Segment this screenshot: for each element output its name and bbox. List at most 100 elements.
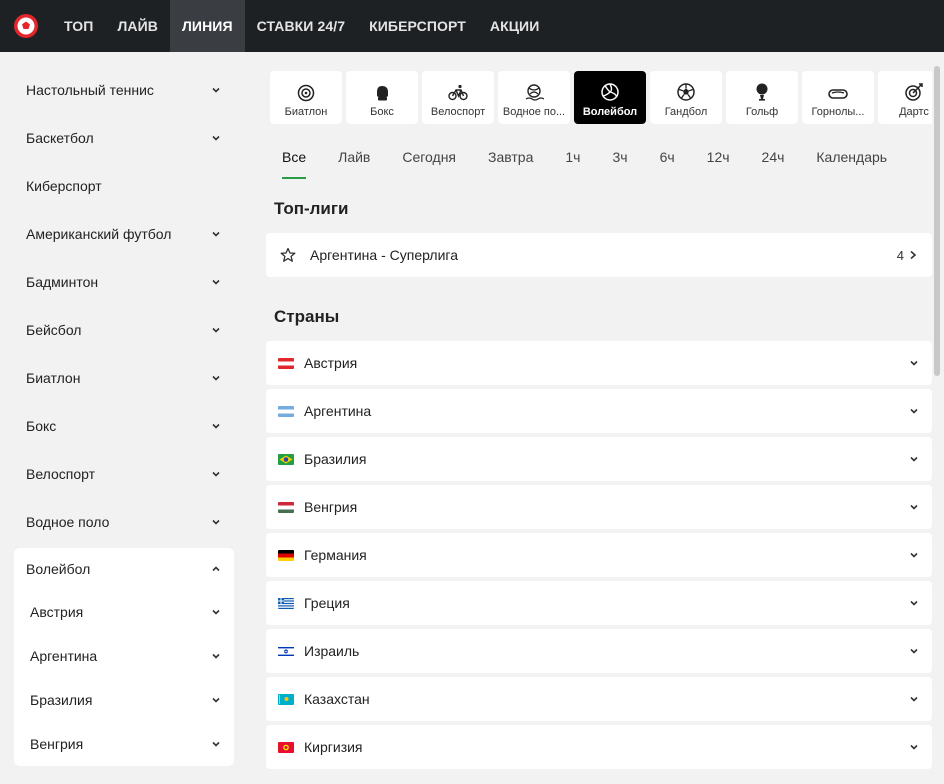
filter-tab-1h[interactable]: 1ч: [565, 135, 580, 179]
sidebar-subitem-argentina[interactable]: Аргентина: [14, 634, 234, 678]
ski-goggles-icon: [828, 89, 848, 99]
country-row-austria[interactable]: Австрия: [266, 341, 932, 385]
sidebar-subitem-hungary[interactable]: Венгрия: [14, 722, 234, 766]
nav-esports[interactable]: КИБЕРСПОРТ: [357, 0, 478, 52]
country-name: Бразилия: [304, 451, 367, 467]
chevron-down-icon: [212, 609, 220, 615]
league-event-count: 4: [897, 248, 918, 263]
target-icon: [297, 84, 315, 102]
sidebar-item-boxing[interactable]: Бокс: [14, 402, 234, 450]
sport-tile-darts[interactable]: Дартс: [878, 71, 932, 124]
filter-tab-6h[interactable]: 6ч: [660, 135, 675, 179]
chevron-down-icon: [910, 360, 918, 366]
nav-promotions[interactable]: АКЦИИ: [478, 0, 552, 52]
chevron-down-icon: [212, 471, 220, 477]
nav-live[interactable]: ЛАЙВ: [105, 0, 170, 52]
filter-tab-3h[interactable]: 3ч: [612, 135, 627, 179]
country-row-israel[interactable]: Израиль: [266, 629, 932, 673]
nav-line[interactable]: ЛИНИЯ: [169, 0, 245, 52]
sport-tile-volleyball[interactable]: Волейбол: [574, 71, 646, 124]
country-row-brazil[interactable]: Бразилия: [266, 437, 932, 481]
boxing-glove-icon: [377, 86, 388, 101]
sport-tile-label: Велоспорт: [430, 106, 486, 118]
filter-tab-today[interactable]: Сегодня: [402, 135, 456, 179]
country-row-kyrgyzstan[interactable]: Киргизия: [266, 725, 932, 769]
golf-icon: [756, 83, 768, 101]
sport-tile-handball[interactable]: Гандбол: [650, 71, 722, 124]
nav-top[interactable]: ТОП: [52, 0, 105, 52]
sidebar-item-label: Американский футбол: [26, 226, 172, 242]
sport-tile-golf[interactable]: Гольф: [726, 71, 798, 124]
chevron-down-icon: [910, 504, 918, 510]
sidebar-item-label: Настольный теннис: [26, 82, 154, 98]
sidebar-subitem-austria[interactable]: Австрия: [14, 590, 234, 634]
sidebar-subitem-label: Австрия: [30, 604, 84, 620]
sidebar-item-label: Бейсбол: [26, 322, 82, 338]
filter-tab-live[interactable]: Лайв: [338, 135, 370, 179]
sport-tile-biathlon[interactable]: Биатлон: [270, 71, 342, 124]
sidebar-subitem-label: Венгрия: [30, 736, 84, 752]
sidebar-item-basketball[interactable]: Баскетбол: [14, 114, 234, 162]
sport-tile-label: Гандбол: [664, 106, 708, 118]
page-scrollbar[interactable]: [934, 66, 940, 376]
sport-tile-water-polo[interactable]: Водное по...: [498, 71, 570, 124]
filter-tab-calendar[interactable]: Календарь: [816, 135, 887, 179]
sidebar-item-biathlon[interactable]: Биатлон: [14, 354, 234, 402]
sport-tile-boxing[interactable]: Бокс: [346, 71, 418, 124]
chevron-down-icon: [910, 408, 918, 414]
sport-tile-label: Дартс: [899, 106, 929, 118]
filter-tab-12h[interactable]: 12ч: [707, 135, 730, 179]
sport-tile-label: Волейбол: [582, 106, 638, 118]
hungary-flag-icon: [278, 501, 294, 513]
chevron-down-icon: [212, 231, 220, 237]
sidebar-item-american-football[interactable]: Американский футбол: [14, 210, 234, 258]
sport-tile-alpine-skiing[interactable]: Горнолы...: [802, 71, 874, 124]
filter-tab-all[interactable]: Все: [282, 135, 307, 179]
bicycle-icon: [448, 84, 468, 101]
kazakhstan-flag-icon: [278, 693, 294, 705]
country-row-germany[interactable]: Германия: [266, 533, 932, 577]
sidebar-subitem-label: Аргентина: [30, 648, 98, 664]
sidebar-item-table-tennis[interactable]: Настольный теннис: [14, 66, 234, 114]
handball-icon: [677, 83, 695, 101]
sidebar-item-volleyball[interactable]: Волейбол: [14, 548, 234, 590]
sidebar-item-label: Бадминтон: [26, 274, 99, 290]
sport-tile-cycling[interactable]: Велоспорт: [422, 71, 494, 124]
sidebar-item-water-polo[interactable]: Водное поло: [14, 498, 234, 546]
league-row[interactable]: Аргентина - Суперлига 4: [266, 233, 932, 277]
top-leagues-title: Топ-лиги: [274, 199, 349, 218]
sidebar-subitem-brazil[interactable]: Бразилия: [14, 678, 234, 722]
greece-flag-icon: [278, 597, 294, 609]
chevron-down-icon: [910, 456, 918, 462]
brazil-flag-icon: [278, 453, 294, 465]
time-filter-tabs: Все Лайв Сегодня Завтра 1ч 3ч 6ч 12ч 24ч…: [266, 133, 932, 181]
logo[interactable]: [0, 0, 52, 52]
sidebar-item-badminton[interactable]: Бадминтон: [14, 258, 234, 306]
chevron-down-icon: [212, 697, 220, 703]
country-row-greece[interactable]: Греция: [266, 581, 932, 625]
country-name: Австрия: [304, 355, 358, 371]
sidebar-item-cycling[interactable]: Велоспорт: [14, 450, 234, 498]
water-polo-icon: [525, 84, 544, 101]
chevron-up-icon: [212, 566, 220, 572]
star-icon[interactable]: [280, 247, 296, 263]
chevron-down-icon: [910, 552, 918, 558]
country-row-hungary[interactable]: Венгрия: [266, 485, 932, 529]
filter-tab-24h[interactable]: 24ч: [762, 135, 785, 179]
chevron-down-icon: [212, 327, 220, 333]
chevron-down-icon: [910, 648, 918, 654]
sidebar-item-baseball[interactable]: Бейсбол: [14, 306, 234, 354]
nav-bets-247[interactable]: СТАВКИ 24/7: [245, 0, 358, 52]
country-name: Греция: [304, 595, 350, 611]
country-row-kazakhstan[interactable]: Казахстан: [266, 677, 932, 721]
sidebar-item-esports[interactable]: Киберспорт: [14, 162, 234, 210]
filter-tab-tomorrow[interactable]: Завтра: [488, 135, 533, 179]
country-row-argentina[interactable]: Аргентина: [266, 389, 932, 433]
chevron-down-icon: [910, 600, 918, 606]
sidebar-open-group: Волейбол Австрия Аргентина Бразилия Венг…: [14, 548, 234, 766]
sport-tile-label: Водное по...: [502, 106, 566, 118]
volleyball-icon: [601, 83, 619, 101]
sport-carousel: Биатлон Бокс Велоспорт Водное по... Воле…: [270, 71, 932, 129]
kyrgyzstan-flag-icon: [278, 741, 294, 753]
chevron-down-icon: [212, 375, 220, 381]
